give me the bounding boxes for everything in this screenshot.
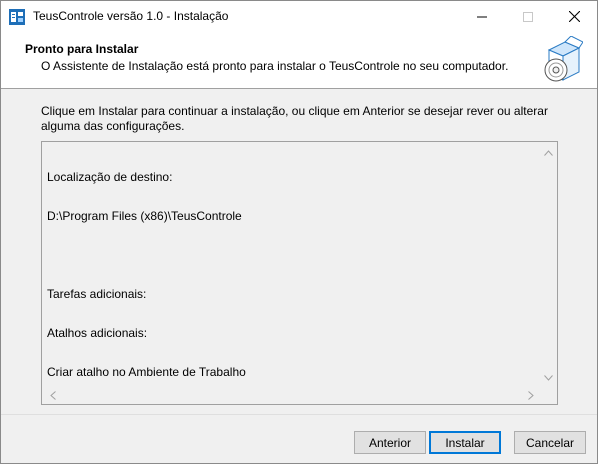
instructions-text: Clique em Instalar para continuar a inst…	[41, 104, 548, 133]
memo-line: Atalhos adicionais:	[47, 326, 148, 340]
horizontal-scrollbar[interactable]	[42, 387, 540, 404]
chevron-right-icon	[527, 391, 534, 400]
minimize-button[interactable]	[459, 1, 505, 32]
vertical-scrollbar[interactable]	[540, 142, 557, 387]
memo-line: D:\Program Files (x86)\TeusControle	[47, 209, 242, 223]
footer-divider	[1, 414, 597, 415]
close-icon	[568, 11, 580, 22]
scroll-right-button[interactable]	[522, 387, 539, 404]
memo-line	[47, 249, 246, 262]
memo-line: Criar atalho no Ambiente de Trabalho	[47, 365, 246, 379]
software-box-disc-icon	[544, 36, 583, 82]
memo-line: Localização de destino:	[47, 170, 173, 184]
close-button[interactable]	[551, 1, 597, 32]
chevron-down-icon	[544, 374, 553, 381]
scroll-up-button[interactable]	[540, 144, 557, 161]
maximize-icon	[523, 11, 533, 22]
memo-content: Localização de destino: D:\Program Files…	[47, 145, 246, 405]
cancel-button[interactable]: Cancelar	[514, 431, 586, 454]
maximize-button[interactable]	[505, 1, 551, 32]
page-subtitle: O Assistente de Instalação está pronto p…	[41, 59, 509, 73]
chevron-up-icon	[544, 149, 553, 156]
installer-window: TeusControle versão 1.0 - Instalação Pro…	[0, 0, 598, 464]
window-title: TeusControle versão 1.0 - Instalação	[33, 9, 229, 23]
back-button[interactable]: Anterior	[354, 431, 426, 454]
scroll-down-button[interactable]	[540, 369, 557, 386]
chevron-left-icon	[49, 391, 56, 400]
title-bar[interactable]: TeusControle versão 1.0 - Instalação	[1, 1, 597, 32]
install-button[interactable]: Instalar	[429, 431, 501, 454]
ready-memo[interactable]: Localização de destino: D:\Program Files…	[41, 141, 558, 405]
wizard-header: Pronto para Instalar O Assistente de Ins…	[1, 32, 597, 89]
scroll-left-button[interactable]	[44, 387, 61, 404]
memo-line: Tarefas adicionais:	[47, 287, 147, 301]
minimize-icon	[477, 16, 487, 17]
page-title: Pronto para Instalar	[25, 42, 139, 56]
installer-app-icon	[9, 9, 25, 25]
